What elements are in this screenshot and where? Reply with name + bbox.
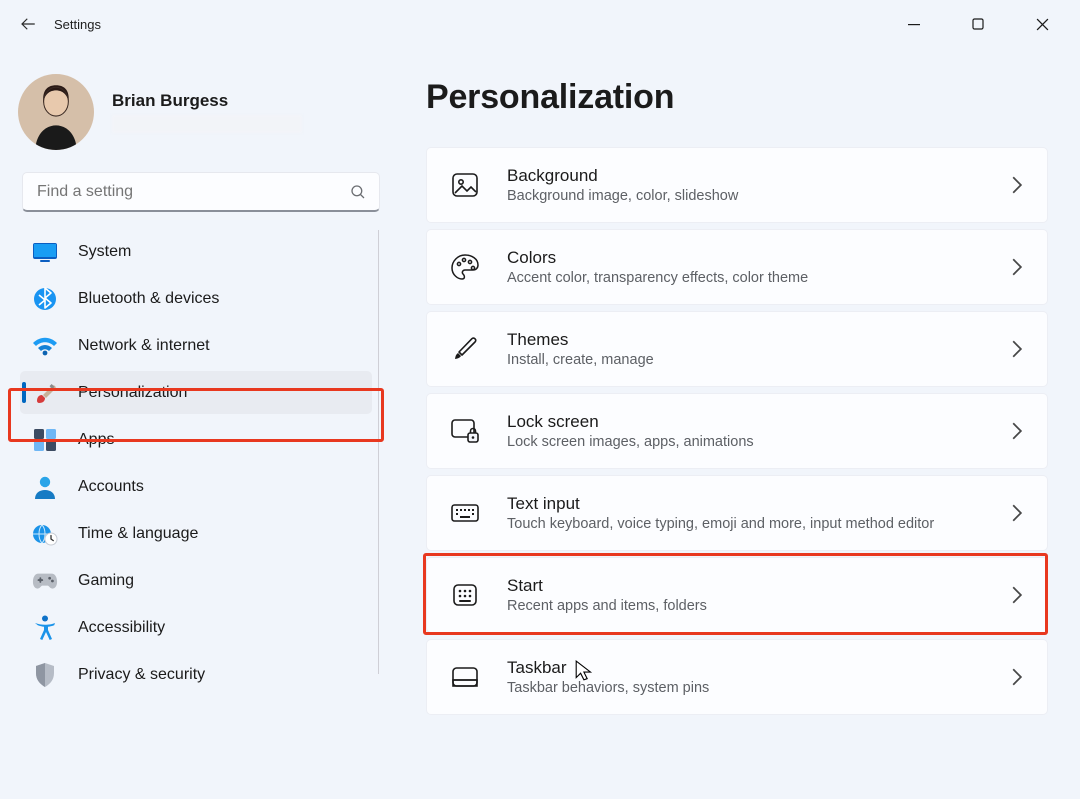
user-block[interactable]: Brian Burgess xyxy=(12,66,380,168)
sidebar-item-network[interactable]: Network & internet xyxy=(20,324,372,367)
page-title: Personalization xyxy=(426,78,1048,117)
chevron-right-icon xyxy=(1003,258,1029,276)
card-subtitle: Background image, color, slideshow xyxy=(507,188,1003,204)
card-title: Themes xyxy=(507,330,1003,350)
card-textinput[interactable]: Text input Touch keyboard, voice typing, … xyxy=(426,475,1048,551)
minimize-button[interactable] xyxy=(882,6,946,42)
card-themes[interactable]: Themes Install, create, manage xyxy=(426,311,1048,387)
card-colors[interactable]: Colors Accent color, transparency effects… xyxy=(426,229,1048,305)
sidebar-item-privacy[interactable]: Privacy & security xyxy=(20,653,372,696)
chevron-right-icon xyxy=(1003,176,1029,194)
display-icon xyxy=(32,239,58,265)
maximize-icon xyxy=(972,18,984,30)
card-taskbar[interactable]: Taskbar Taskbar behaviors, system pins xyxy=(426,639,1048,715)
card-title: Colors xyxy=(507,248,1003,268)
card-title: Taskbar xyxy=(507,658,1003,678)
nav-list: System Bluetooth & devices Network & int… xyxy=(12,230,380,696)
sidebar-item-gaming[interactable]: Gaming xyxy=(20,559,372,602)
sidebar-item-accessibility[interactable]: Accessibility xyxy=(20,606,372,649)
close-button[interactable] xyxy=(1010,6,1074,42)
card-title: Lock screen xyxy=(507,412,1003,432)
arrow-left-icon xyxy=(19,15,37,33)
card-subtitle: Lock screen images, apps, animations xyxy=(507,434,1003,450)
sidebar-item-label: Network & internet xyxy=(78,337,210,355)
card-subtitle: Install, create, manage xyxy=(507,352,1003,368)
sidebar-item-bluetooth[interactable]: Bluetooth & devices xyxy=(20,277,372,320)
bluetooth-icon xyxy=(32,286,58,312)
sidebar-item-label: Bluetooth & devices xyxy=(78,290,219,308)
picture-icon xyxy=(445,165,485,205)
title-bar: Settings xyxy=(0,0,1080,48)
lock-screen-icon xyxy=(445,411,485,451)
search-icon xyxy=(349,183,367,201)
user-name: Brian Burgess xyxy=(112,91,302,111)
card-background[interactable]: Background Background image, color, slide… xyxy=(426,147,1048,223)
taskbar-icon xyxy=(445,657,485,697)
card-title: Start xyxy=(507,576,1003,596)
card-title: Background xyxy=(507,166,1003,186)
card-subtitle: Recent apps and items, folders xyxy=(507,598,1003,614)
keyboard-icon xyxy=(445,493,485,533)
chevron-right-icon xyxy=(1003,504,1029,522)
sidebar-item-label: Privacy & security xyxy=(78,666,205,684)
clock-globe-icon xyxy=(32,521,58,547)
sidebar-item-label: Gaming xyxy=(78,572,134,590)
card-lockscreen[interactable]: Lock screen Lock screen images, apps, ani… xyxy=(426,393,1048,469)
person-icon xyxy=(32,474,58,500)
wifi-icon xyxy=(32,333,58,359)
sidebar-item-label: Accounts xyxy=(78,478,144,496)
sidebar-item-accounts[interactable]: Accounts xyxy=(20,465,372,508)
main-panel: Personalization Background Background ima… xyxy=(398,48,1080,799)
sidebar-item-label: Personalization xyxy=(78,384,187,402)
card-subtitle: Taskbar behaviors, system pins xyxy=(507,680,1003,696)
chevron-right-icon xyxy=(1003,340,1029,358)
card-title: Text input xyxy=(507,494,1003,514)
sidebar-item-label: System xyxy=(78,243,131,261)
chevron-right-icon xyxy=(1003,422,1029,440)
minimize-icon xyxy=(908,18,920,30)
pen-icon xyxy=(445,329,485,369)
sidebar-item-label: Apps xyxy=(78,431,114,449)
user-email-blurred xyxy=(112,115,302,133)
avatar xyxy=(18,74,94,150)
sidebar-item-apps[interactable]: Apps xyxy=(20,418,372,461)
chevron-right-icon xyxy=(1003,586,1029,604)
settings-window: Settings Brian Burgess xyxy=(0,0,1080,799)
sidebar-item-label: Time & language xyxy=(78,525,198,543)
sidebar-item-system[interactable]: System xyxy=(20,230,372,273)
card-subtitle: Accent color, transparency effects, colo… xyxy=(507,270,1003,286)
app-title: Settings xyxy=(54,17,101,32)
sidebar-item-personalization[interactable]: Personalization xyxy=(20,371,372,414)
close-icon xyxy=(1036,18,1049,31)
sidebar-item-label: Accessibility xyxy=(78,619,165,637)
apps-grid-icon xyxy=(32,427,58,453)
card-subtitle: Touch keyboard, voice typing, emoji and … xyxy=(507,516,1003,532)
brush-icon xyxy=(32,380,58,406)
shield-icon xyxy=(32,662,58,688)
maximize-button[interactable] xyxy=(946,6,1010,42)
gamepad-icon xyxy=(32,568,58,594)
accessibility-icon xyxy=(32,615,58,641)
palette-icon xyxy=(445,247,485,287)
start-icon xyxy=(445,575,485,615)
back-button[interactable] xyxy=(2,0,54,48)
card-start[interactable]: Start Recent apps and items, folders xyxy=(426,557,1048,633)
chevron-right-icon xyxy=(1003,668,1029,686)
search-box[interactable] xyxy=(22,172,380,212)
scrollbar-track[interactable] xyxy=(378,230,379,674)
search-input[interactable] xyxy=(35,182,349,202)
sidebar: Brian Burgess System Bluetooth & devices xyxy=(0,48,398,799)
sidebar-item-time[interactable]: Time & language xyxy=(20,512,372,555)
